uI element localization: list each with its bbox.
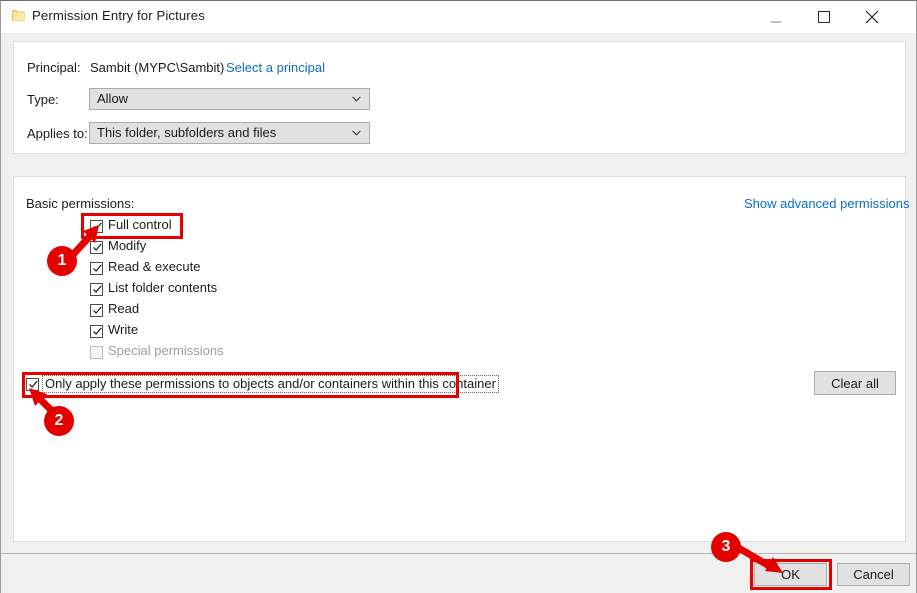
checkmark-icon xyxy=(93,222,102,230)
permission-label: Read xyxy=(108,301,140,316)
checkmark-icon xyxy=(93,285,102,293)
permission-label: Modify xyxy=(108,238,147,253)
permission-entry-dialog: Permission Entry for Pictures Principal:… xyxy=(0,0,917,593)
applies-to-label: Applies to: xyxy=(27,126,88,141)
permission-checkbox[interactable] xyxy=(90,241,103,254)
checkmark-icon xyxy=(29,380,38,388)
chevron-down-icon xyxy=(352,130,361,136)
checkmark-icon xyxy=(93,327,102,335)
permission-checkbox[interactable] xyxy=(90,283,103,296)
only-apply-checkbox-box[interactable] xyxy=(26,378,39,391)
type-dropdown-value: Allow xyxy=(97,91,129,106)
maximize-button[interactable] xyxy=(801,1,847,32)
permission-label: Full control xyxy=(108,217,172,232)
permission-checkbox[interactable] xyxy=(90,325,103,338)
applies-to-dropdown[interactable]: This folder, subfolders and files xyxy=(89,122,370,144)
type-dropdown[interactable]: Allow xyxy=(89,88,370,110)
checkmark-icon xyxy=(93,243,102,251)
permission-label: List folder contents xyxy=(108,280,218,295)
cancel-button[interactable]: Cancel xyxy=(837,563,910,586)
permission-checkbox[interactable] xyxy=(90,262,103,275)
title-bar: Permission Entry for Pictures xyxy=(1,1,916,33)
select-a-principal-link[interactable]: Select a principal xyxy=(226,60,325,75)
permission-checkbox[interactable] xyxy=(90,220,103,233)
permission-checkbox xyxy=(90,346,103,359)
close-icon xyxy=(865,10,879,23)
minimize-button[interactable] xyxy=(753,1,799,32)
footer-separator xyxy=(1,553,916,554)
ok-button[interactable]: OK xyxy=(754,563,827,586)
maximize-icon xyxy=(818,10,830,23)
only-apply-label: Only apply these permissions to objects … xyxy=(42,375,499,393)
principal-label: Principal: xyxy=(27,60,81,75)
permission-label: Special permissions xyxy=(108,343,224,358)
permission-label: Read & execute xyxy=(108,259,201,274)
applies-to-dropdown-value: This folder, subfolders and files xyxy=(97,125,277,140)
minimize-icon xyxy=(770,21,782,22)
folder-icon xyxy=(12,10,25,21)
chevron-down-icon xyxy=(352,96,361,102)
show-advanced-permissions-link[interactable]: Show advanced permissions xyxy=(744,196,909,211)
permission-label: Write xyxy=(108,322,139,337)
window-title: Permission Entry for Pictures xyxy=(32,8,205,23)
checkmark-icon xyxy=(93,306,102,314)
type-label: Type: xyxy=(27,92,59,107)
close-button[interactable] xyxy=(849,1,895,32)
checkmark-icon xyxy=(93,264,102,272)
principal-value: Sambit (MYPC\Sambit) xyxy=(90,60,225,75)
basic-permissions-label: Basic permissions: xyxy=(26,196,135,211)
permission-checkbox[interactable] xyxy=(90,304,103,317)
clear-all-button[interactable]: Clear all xyxy=(814,371,896,395)
